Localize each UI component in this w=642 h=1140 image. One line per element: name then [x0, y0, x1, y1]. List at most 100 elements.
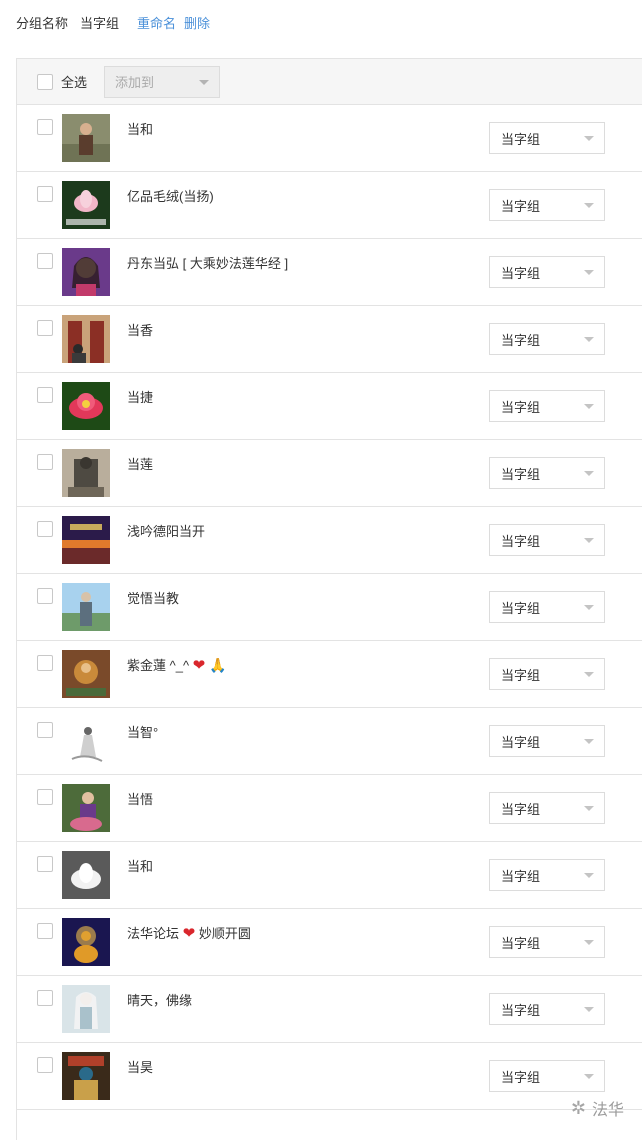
member-checkbox[interactable] [37, 320, 53, 336]
avatar[interactable] [62, 784, 110, 832]
watermark-text: 法华 [591, 1102, 624, 1119]
avatar[interactable] [62, 315, 110, 363]
member-checkbox[interactable] [37, 119, 53, 135]
member-checkbox[interactable] [37, 1057, 53, 1073]
member-checkbox[interactable] [37, 521, 53, 537]
member-checkbox[interactable] [37, 923, 53, 939]
member-name: 当悟 [127, 789, 153, 808]
avatar[interactable] [62, 1052, 110, 1100]
member-name-text: 丹东当弘 [ 大乘妙法莲华经 ] [127, 256, 289, 271]
group-select[interactable]: 当字组 [489, 859, 605, 891]
avatar[interactable] [62, 583, 110, 631]
member-checkbox[interactable] [37, 655, 53, 671]
group-select[interactable]: 当字组 [489, 390, 605, 422]
member-row: 法华论坛 ❤ 妙顺开圆当字组 [17, 909, 642, 976]
group-select[interactable]: 当字组 [489, 792, 605, 824]
group-select-value: 当字组 [501, 600, 541, 616]
member-rows: 当和 当字组 亿品毛绒(当扬) 当字组 丹东当弘 [ 大乘妙法莲华经 ] 当字组 当香 当字组… [17, 105, 642, 1110]
member-checkbox[interactable] [37, 253, 53, 269]
member-name-text: 当捷 [127, 390, 154, 405]
member-checkbox[interactable] [37, 856, 53, 872]
member-checkbox[interactable] [37, 722, 53, 738]
member-name: 当和 [127, 856, 153, 875]
group-select-value: 当字组 [501, 734, 541, 750]
member-name: 当莲 [127, 454, 153, 473]
avatar[interactable] [62, 516, 110, 564]
member-checkbox[interactable] [37, 186, 53, 202]
member-row: 紫金蓮 ^_^ ❤ 🙏 当字组 [17, 641, 642, 708]
member-checkbox[interactable] [37, 789, 53, 805]
add-to-label: 添加到 [115, 75, 155, 90]
group-name-value: 当字组 [80, 15, 120, 31]
group-select-value: 当字组 [501, 466, 541, 482]
member-checkbox[interactable] [37, 454, 53, 470]
heart-icon: ❤ [182, 925, 196, 942]
group-select-value: 当字组 [501, 399, 541, 415]
member-row: 当香当字组 [17, 306, 642, 373]
chevron-down-icon [584, 1074, 594, 1079]
avatar[interactable] [62, 449, 110, 497]
member-row: 晴天，佛缘 当字组 [17, 976, 642, 1043]
avatar[interactable] [62, 382, 110, 430]
avatar[interactable] [62, 717, 110, 765]
avatar[interactable] [62, 114, 110, 162]
group-select-value: 当字组 [501, 198, 541, 214]
group-select[interactable]: 当字组 [489, 323, 605, 355]
member-row: 浅吟德阳当开当字组 [17, 507, 642, 574]
avatar[interactable] [62, 985, 110, 1033]
member-name-text: 当悟 [127, 792, 154, 807]
chevron-down-icon [584, 806, 594, 811]
group-select[interactable]: 当字组 [489, 189, 605, 221]
member-name-text: 当莲 [127, 457, 154, 472]
member-name-text: 亿品毛绒(当扬) [127, 189, 214, 204]
avatar[interactable] [62, 851, 110, 899]
member-name: 浅吟德阳当开 [127, 521, 205, 540]
group-select-value: 当字组 [501, 868, 541, 884]
member-name: 亿品毛绒(当扬) [127, 186, 214, 205]
member-checkbox[interactable] [37, 387, 53, 403]
member-name-text: 法华论坛 [127, 926, 183, 941]
rename-link[interactable]: 重命名 [137, 13, 176, 32]
member-list-panel: 全选 添加到 当和 当字组 亿品毛绒(当扬) 当字组 丹东当弘 [ 大乘妙法莲华经 ] 当… [16, 58, 642, 1140]
member-name-text: 当香 [127, 323, 154, 338]
delete-link[interactable]: 删除 [184, 13, 210, 32]
group-select[interactable]: 当字组 [489, 993, 605, 1025]
group-select-value: 当字组 [501, 935, 541, 951]
member-row: 当昊 当字组 [17, 1043, 642, 1110]
group-select[interactable]: 当字组 [489, 457, 605, 489]
chevron-down-icon [584, 203, 594, 208]
group-select-value: 当字组 [501, 1069, 541, 1085]
member-checkbox[interactable] [37, 990, 53, 1006]
group-select[interactable]: 当字组 [489, 524, 605, 556]
member-name-text: 当和 [127, 859, 154, 874]
group-select[interactable]: 当字组 [489, 256, 605, 288]
avatar[interactable] [62, 248, 110, 296]
add-to-dropdown[interactable]: 添加到 [104, 65, 221, 98]
avatar[interactable] [62, 918, 110, 966]
chevron-down-icon [584, 739, 594, 744]
group-select-value: 当字组 [501, 533, 541, 549]
member-name: 当智° [127, 722, 158, 741]
select-all-checkbox[interactable] [37, 73, 53, 90]
member-checkbox[interactable] [37, 588, 53, 604]
group-select-value: 当字组 [501, 332, 541, 348]
group-select[interactable]: 当字组 [489, 1060, 605, 1092]
member-name-text: 浅吟德阳当开 [127, 524, 206, 539]
chevron-down-icon [584, 873, 594, 878]
chevron-down-icon [199, 79, 210, 85]
group-select[interactable]: 当字组 [489, 926, 605, 958]
avatar[interactable] [62, 181, 110, 229]
group-select[interactable]: 当字组 [489, 658, 605, 690]
member-name: 当香 [127, 320, 153, 339]
avatar[interactable] [62, 650, 110, 698]
member-name-suffix: 妙顺开圆 [195, 926, 251, 941]
group-select[interactable]: 当字组 [489, 725, 605, 757]
member-name-text: 当和 [127, 122, 154, 137]
group-select[interactable]: 当字组 [489, 591, 605, 623]
member-name-text: 晴天，佛缘 [127, 993, 193, 1008]
group-select[interactable]: 当字组 [489, 122, 605, 154]
chevron-down-icon [584, 940, 594, 945]
member-name: 法华论坛 ❤ 妙顺开圆 [127, 923, 251, 942]
chevron-down-icon [584, 471, 594, 476]
group-select-value: 当字组 [501, 667, 541, 683]
